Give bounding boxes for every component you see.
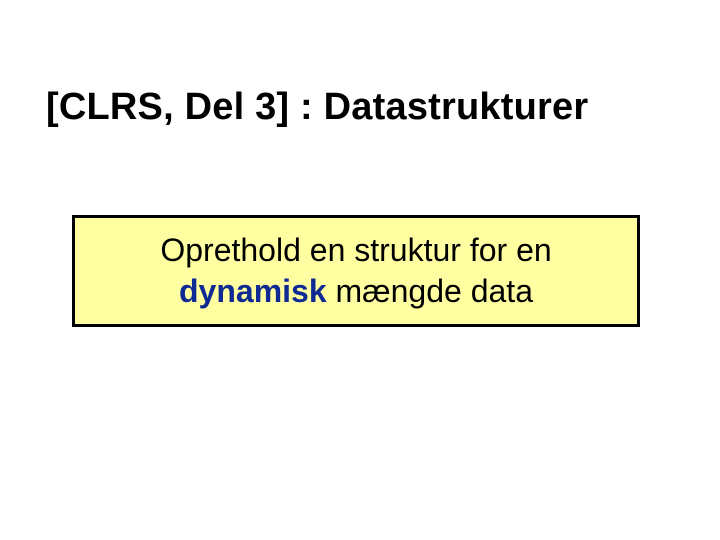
box-line-2: dynamisk mængde data — [179, 271, 533, 312]
slide: [CLRS, Del 3] : Datastrukturer Oprethold… — [0, 0, 720, 540]
box-line-1: Oprethold en struktur for en — [160, 230, 551, 271]
page-title: [CLRS, Del 3] : Datastrukturer — [46, 86, 588, 129]
dynamic-word: dynamisk — [179, 273, 327, 309]
highlight-box: Oprethold en struktur for en dynamisk mæ… — [72, 215, 640, 327]
box-line-2-rest: mængde data — [327, 273, 533, 309]
